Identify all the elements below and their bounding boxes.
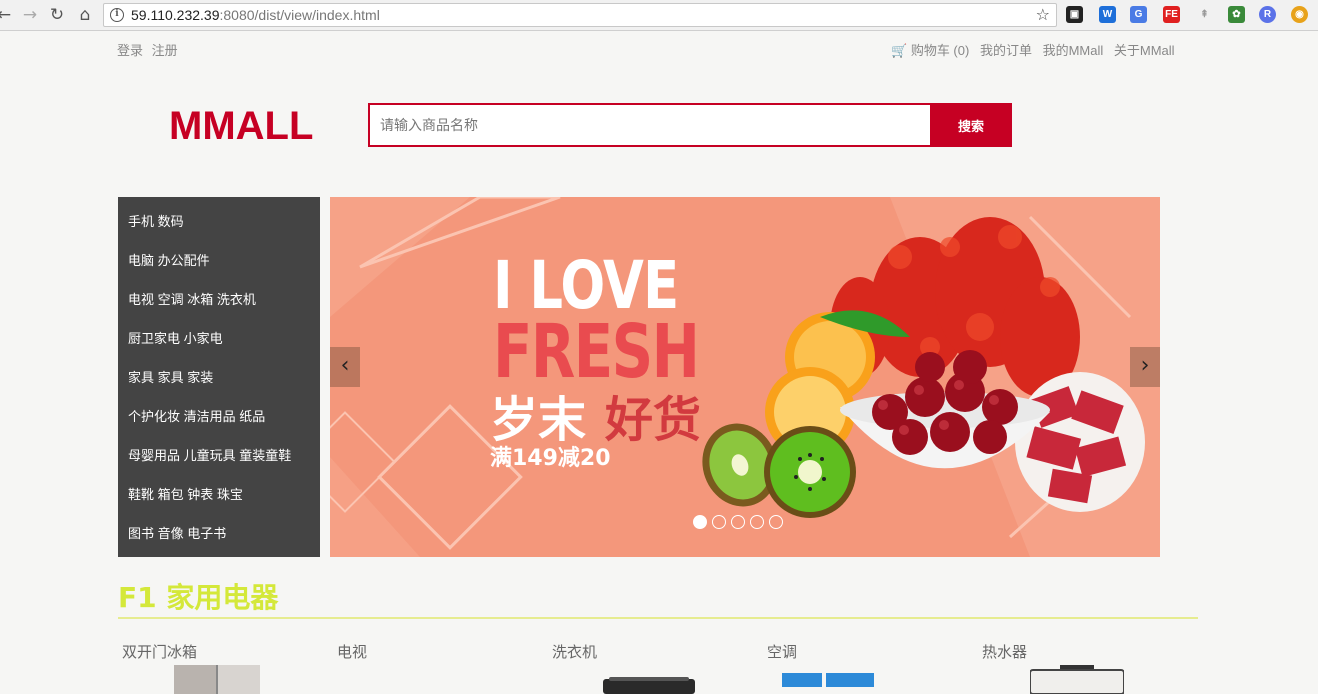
- category-item[interactable]: 图书 音像 电子书: [118, 509, 320, 548]
- category-menu: 手机 数码 电脑 办公配件 电视 空调 冰箱 洗衣机 厨卫家电 小家电 家具 家…: [118, 197, 320, 557]
- floor-category[interactable]: 洗衣机: [552, 641, 597, 662]
- washer-image[interactable]: [603, 677, 695, 694]
- category-item[interactable]: 个护化妆 清洁用品 纸品: [118, 392, 320, 431]
- site-logo[interactable]: MMALL: [169, 104, 313, 149]
- search-button[interactable]: 搜索: [930, 103, 1012, 147]
- category-item[interactable]: 手机 数码: [118, 197, 320, 236]
- floor-title: F1 家用电器: [118, 581, 279, 614]
- forward-icon[interactable]: →: [20, 5, 40, 25]
- carousel-dot[interactable]: [769, 515, 783, 529]
- extension-arrow-icon[interactable]: ⇞: [1196, 6, 1213, 23]
- address-bar[interactable]: i 59.110.232.39:8080/dist/view/index.htm…: [103, 3, 1057, 27]
- floor-category[interactable]: 热水器: [982, 641, 1027, 662]
- register-link[interactable]: 注册: [152, 43, 178, 58]
- search-input[interactable]: [368, 103, 932, 147]
- category-item[interactable]: 电脑 办公配件: [118, 236, 320, 275]
- floor-divider: [118, 617, 1198, 619]
- category-item[interactable]: 鞋靴 箱包 钟表 珠宝: [118, 470, 320, 509]
- cart-link[interactable]: 🛒 购物车 (0): [891, 43, 969, 58]
- carousel-dot[interactable]: [750, 515, 764, 529]
- chevron-left-icon: ‹: [340, 353, 350, 378]
- url-text: 59.110.232.39:8080/dist/view/index.html: [131, 7, 380, 23]
- login-link[interactable]: 登录: [117, 43, 143, 58]
- carousel-indicators: [693, 514, 788, 533]
- carousel-dot[interactable]: [731, 515, 745, 529]
- water-heater-image[interactable]: [1030, 665, 1124, 694]
- banner-artwork: [330, 197, 1160, 557]
- category-item[interactable]: 电视 空调 冰箱 洗衣机: [118, 275, 320, 314]
- cart-icon: 🛒: [891, 43, 908, 58]
- chevron-right-icon: ›: [1140, 353, 1150, 378]
- ac-image[interactable]: [782, 673, 874, 687]
- banner-promo: 满149减20: [490, 446, 611, 471]
- my-orders-link[interactable]: 我的订单: [980, 43, 1032, 58]
- my-mmall-link[interactable]: 我的MMall: [1043, 43, 1104, 58]
- category-item[interactable]: 家具 家具 家装: [118, 353, 320, 392]
- translate-icon[interactable]: G: [1130, 6, 1147, 23]
- floor-category[interactable]: 双开门冰箱: [122, 641, 197, 662]
- info-icon[interactable]: i: [110, 8, 124, 22]
- banner-carousel[interactable]: I LOVE FRESH 岁末 好货 满149减20 ‹ ›: [330, 197, 1160, 557]
- bookmark-star-icon[interactable]: ☆: [1036, 5, 1050, 24]
- carousel-prev-button[interactable]: ‹: [330, 347, 360, 387]
- reload-icon[interactable]: ↻: [47, 5, 67, 25]
- extension-icon[interactable]: ▣: [1066, 6, 1083, 23]
- home-icon[interactable]: ⌂: [75, 5, 95, 25]
- banner-slogan-2: 好货: [605, 392, 702, 448]
- about-mmall-link[interactable]: 关于MMall: [1114, 43, 1175, 58]
- weibo-icon[interactable]: ◉: [1291, 6, 1308, 23]
- carousel-next-button[interactable]: ›: [1130, 347, 1160, 387]
- top-right-links: 🛒 购物车 (0) 我的订单 我的MMall 关于MMall: [884, 40, 1175, 59]
- extension-leaf-icon[interactable]: ✿: [1228, 6, 1245, 23]
- floor-category[interactable]: 空调: [767, 641, 797, 662]
- extension-w-icon[interactable]: W: [1099, 6, 1116, 23]
- extension-r-icon[interactable]: R: [1259, 6, 1276, 23]
- top-left-links: 登录 注册: [117, 40, 183, 59]
- category-item[interactable]: 母婴用品 儿童玩具 童装童鞋: [118, 431, 320, 470]
- extension-fe-icon[interactable]: FE: [1163, 6, 1180, 23]
- carousel-dot[interactable]: [712, 515, 726, 529]
- floor-category[interactable]: 电视: [337, 641, 367, 662]
- category-item[interactable]: 厨卫家电 小家电: [118, 314, 320, 353]
- back-icon[interactable]: ←: [0, 5, 14, 25]
- carousel-dot[interactable]: [693, 515, 707, 529]
- browser-toolbar: ← → ↻ ⌂ i 59.110.232.39:8080/dist/view/i…: [0, 0, 1318, 31]
- fridge-image[interactable]: [174, 665, 260, 694]
